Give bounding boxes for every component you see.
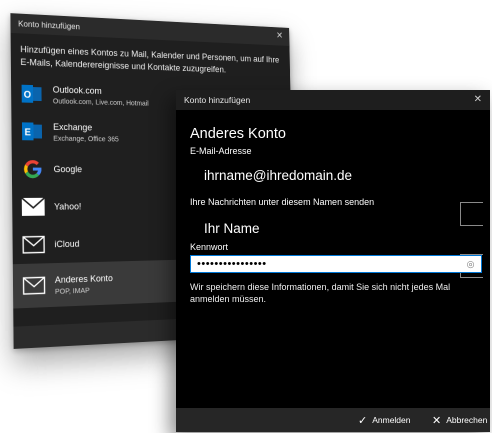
info-text: Wir speichern diese Informationen, damit… [190, 282, 451, 304]
google-icon [21, 157, 44, 181]
email-field-box-edge [460, 202, 483, 226]
signin-button-label: Anmelden [372, 415, 411, 425]
display-name-label: Ihre Nachrichten unter diesem Namen send… [190, 197, 375, 207]
exchange-icon: E [21, 119, 44, 143]
account-name-yahoo: Yahoo! [53, 201, 82, 213]
front-dialog-footer: ✓ Anmelden ✕ Abbrechen [176, 408, 490, 432]
front-dialog-titlebar: Konto hinzufügen ✕ [176, 90, 490, 110]
password-label: Kennwort [190, 242, 229, 252]
cancel-button[interactable]: ✕ Abbrechen [432, 408, 487, 432]
account-name-exchange: Exchange [53, 121, 93, 133]
email-label: E-Mail-Adresse [190, 146, 252, 156]
checkmark-icon: ✓ [358, 414, 368, 427]
outlook-icon: O [21, 82, 44, 106]
back-dialog-title: Konto hinzufügen [18, 18, 80, 32]
account-name-other: Anderes Konto [54, 272, 113, 286]
password-value: •••••••••••••••• [197, 258, 267, 270]
account-sub-exchange: Exchange, Office 365 [53, 133, 119, 143]
svg-text:O: O [24, 90, 32, 101]
signin-button[interactable]: ✓ Anmelden [358, 408, 411, 432]
other-account-envelope-icon [23, 273, 46, 298]
svg-text:E: E [25, 127, 32, 138]
account-name-icloud: iCloud [54, 238, 80, 250]
front-dialog-other-account: Konto hinzufügen ✕ Anderes Konto E-Mail-… [176, 90, 490, 432]
account-sub-outlook: Outlook.com, Live.com, Hotmail [52, 95, 149, 108]
reveal-password-eye-icon[interactable]: ◎ [467, 259, 475, 270]
account-sub-other: POP, IMAP [54, 285, 90, 296]
page-title: Anderes Konto [190, 126, 286, 142]
front-dialog-title: Konto hinzufügen [184, 95, 251, 105]
cancel-button-label: Abbrechen [446, 415, 488, 425]
display-name-field[interactable]: Ihr Name [204, 221, 476, 236]
password-field[interactable]: •••••••••••••••• ◎ [190, 255, 482, 273]
front-dialog-close-icon[interactable]: ✕ [474, 90, 482, 110]
email-field[interactable]: ihrname@ihredomain.de [204, 168, 476, 183]
yahoo-envelope-icon [21, 195, 45, 219]
back-dialog-close-icon[interactable]: ✕ [276, 27, 283, 45]
cancel-x-icon: ✕ [432, 414, 442, 427]
icloud-envelope-icon [22, 233, 45, 257]
account-name-google: Google [53, 163, 83, 175]
front-dialog-body: Anderes Konto E-Mail-Adresse ihrname@ihr… [176, 126, 490, 305]
